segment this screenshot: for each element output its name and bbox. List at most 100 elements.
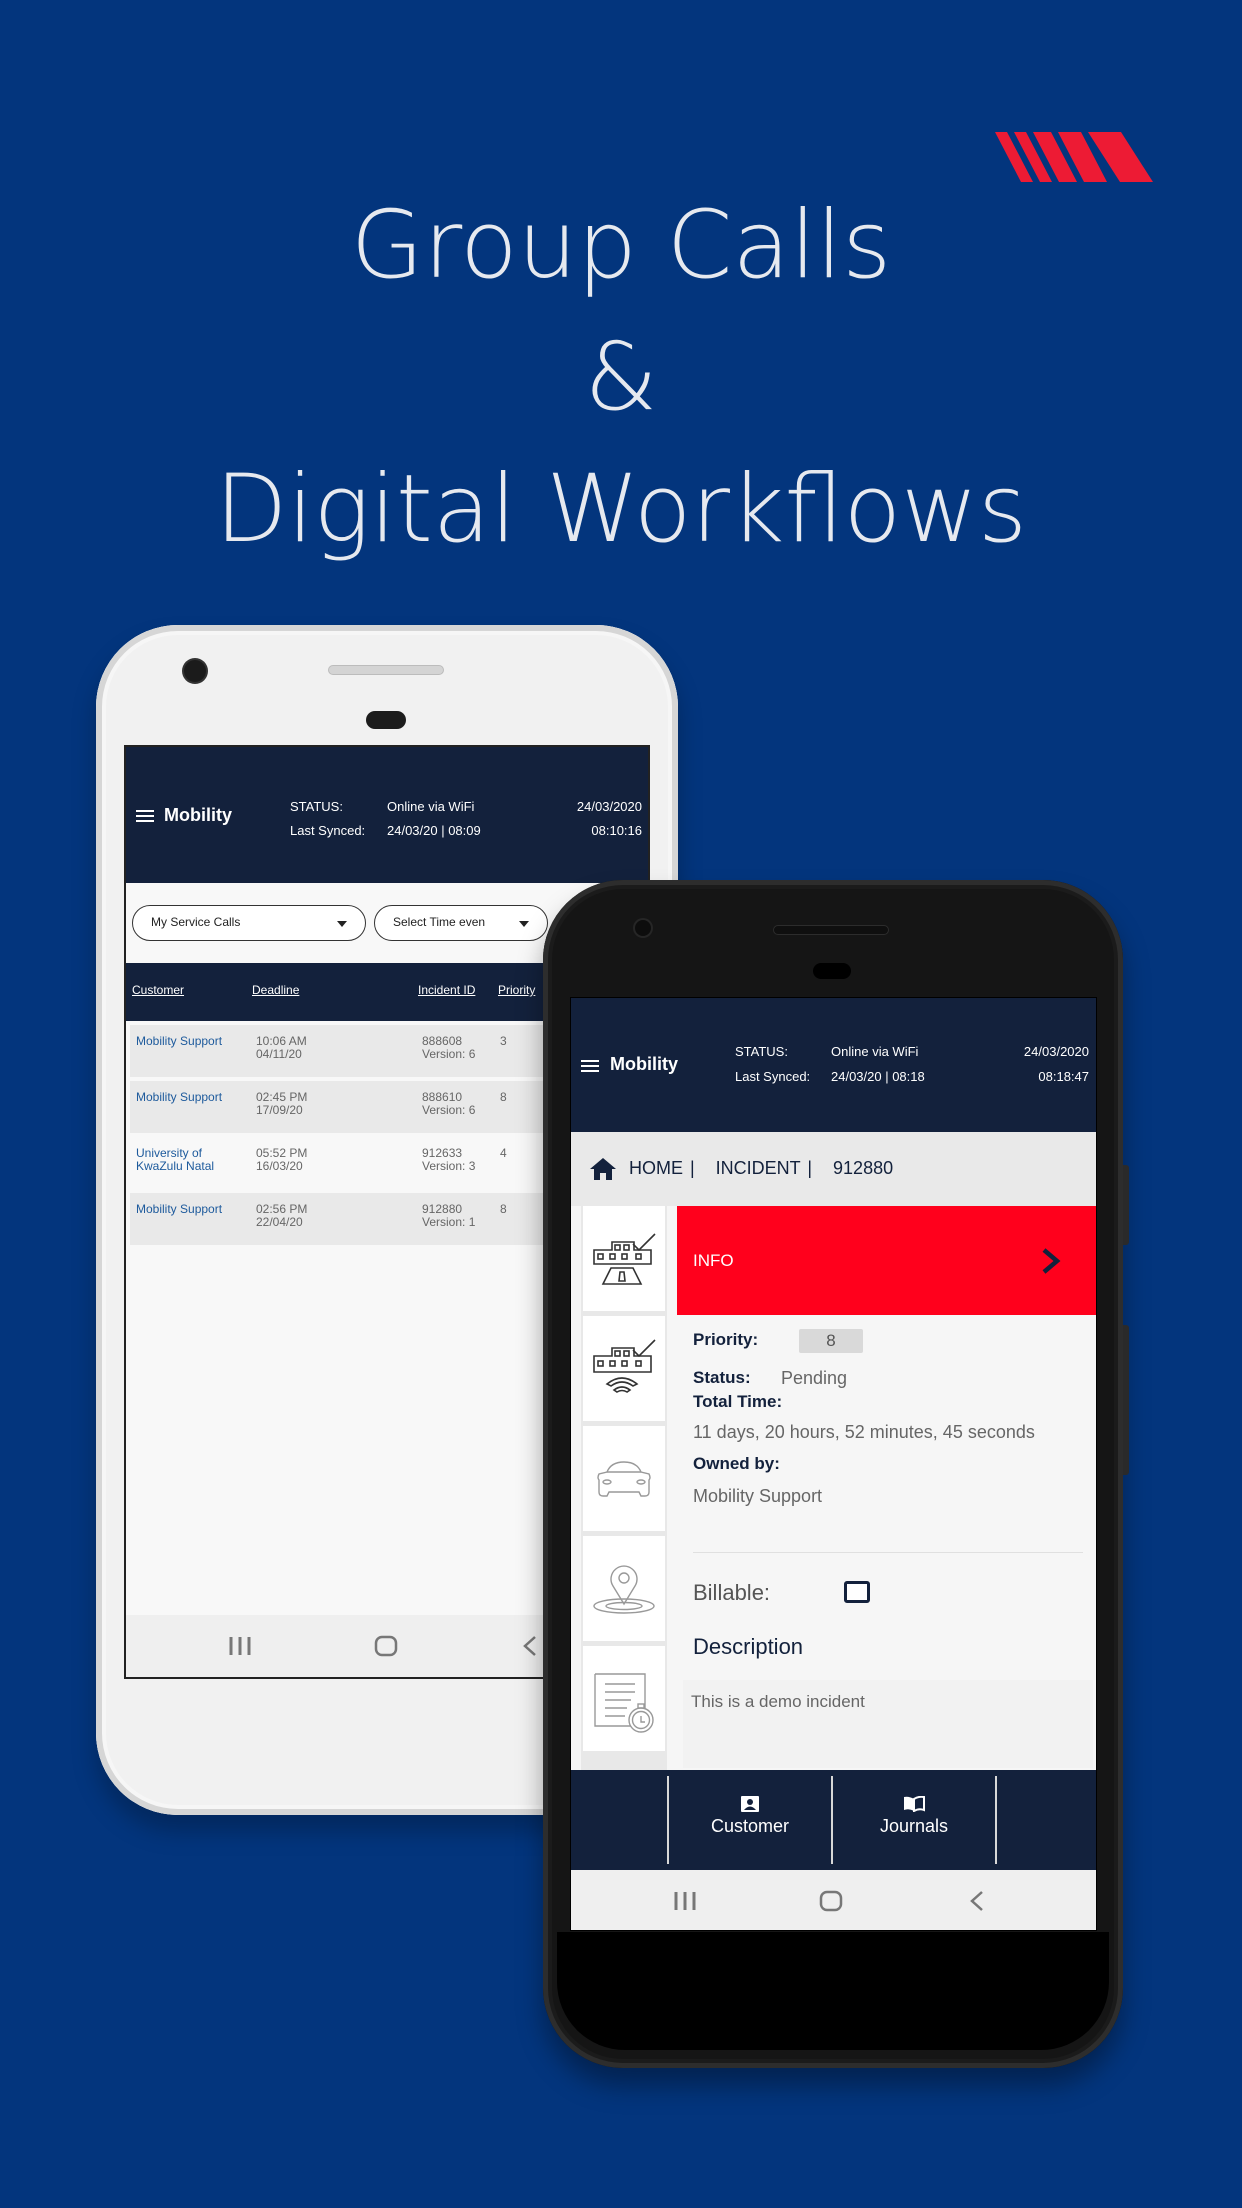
row-customer[interactable]: Mobility Support: [136, 1203, 246, 1216]
column-customer[interactable]: Customer: [132, 983, 184, 997]
time-event-dropdown[interactable]: Select Time even: [374, 905, 548, 941]
chevron-down-icon: [519, 921, 529, 927]
row-priority: 4: [500, 1146, 507, 1160]
incident-body: INFO Priority: 8 Status: Pending Total T…: [571, 1206, 1096, 1770]
column-priority[interactable]: Priority: [498, 983, 535, 997]
back-icon[interactable]: [522, 1635, 538, 1657]
bottom-tab-bar: Customer Journals: [571, 1770, 1096, 1870]
home-icon[interactable]: [374, 1635, 398, 1657]
time-event-dropdown-value: Select Time even: [393, 915, 486, 929]
priority-label: Priority:: [693, 1330, 759, 1349]
front-camera: [184, 660, 206, 682]
owned-by-value: Mobility Support: [693, 1486, 823, 1506]
row-deadline: 05:52 PM 16/03/20: [256, 1146, 308, 1173]
incident-detail-screen: Mobility STATUS: Online via WiFi Last Sy…: [570, 997, 1097, 1931]
home-icon[interactable]: [589, 1157, 617, 1181]
building-signal-icon: [593, 1338, 656, 1393]
header-date: 24/03/2020: [1023, 1044, 1089, 1059]
row-customer[interactable]: University of KwaZulu Natal: [136, 1147, 246, 1173]
section-vehicle[interactable]: [583, 1426, 665, 1531]
power-button: [1123, 1325, 1129, 1475]
tab-customer[interactable]: Customer: [669, 1770, 831, 1870]
last-synced-value: 24/03/20 | 08:09: [387, 823, 481, 838]
tab-divider: [995, 1776, 997, 1864]
book-icon: [904, 1796, 925, 1812]
tab-journals[interactable]: Journals: [833, 1770, 995, 1870]
header-date: 24/03/2020: [576, 799, 642, 814]
description-title: Description: [693, 1634, 804, 1659]
tab-journals-label: Journals: [879, 1816, 949, 1836]
status-label: Status:: [693, 1368, 751, 1387]
description-text: This is a demo incident: [691, 1692, 865, 1711]
info-section-header[interactable]: INFO: [677, 1206, 1096, 1315]
phone-incident-detail: Mobility STATUS: Online via WiFi Last Sy…: [543, 880, 1129, 2068]
volume-button: [1123, 1165, 1129, 1245]
last-synced-label: Last Synced:: [290, 823, 366, 838]
info-label: INFO: [693, 1251, 734, 1270]
column-incident-id[interactable]: Incident ID: [418, 983, 475, 997]
chevron-down-icon: [337, 921, 347, 927]
row-incident: 888608 Version: 6: [422, 1034, 476, 1061]
row-priority: 8: [500, 1202, 507, 1216]
proximity-sensor: [813, 963, 851, 979]
row-deadline: 10:06 AM 04/11/20: [256, 1034, 307, 1061]
hero-line-1: Group Calls: [350, 191, 892, 300]
breadcrumb-path[interactable]: HOME | INCIDENT | 912880: [629, 1158, 893, 1179]
row-deadline: 02:56 PM 22/04/20: [256, 1202, 308, 1229]
section-icon-column: [581, 1206, 667, 1770]
earpiece-speaker: [773, 925, 889, 935]
status-value: Online via WiFi: [831, 1044, 919, 1059]
hamburger-icon[interactable]: [581, 1060, 599, 1072]
tab-customer-label: Customer: [710, 1816, 790, 1836]
row-priority: 8: [500, 1090, 507, 1104]
building-road-icon: [593, 1232, 656, 1285]
billable-label: Billable:: [693, 1580, 771, 1605]
status-label: STATUS:: [735, 1044, 788, 1059]
android-nav-bar: [571, 1870, 1096, 1930]
row-incident: 912633 Version: 3: [422, 1146, 476, 1173]
phone-chin: [557, 1932, 1109, 2050]
row-customer[interactable]: Mobility Support: [136, 1035, 246, 1048]
status-value: Online via WiFi: [387, 799, 475, 814]
section-divider: [693, 1552, 1083, 1553]
section-info[interactable]: [583, 1206, 665, 1311]
car-icon: [597, 1460, 651, 1497]
app-header: Mobility STATUS: Online via WiFi Last Sy…: [126, 747, 648, 883]
back-icon[interactable]: [969, 1890, 985, 1912]
header-time: 08:10:16: [591, 823, 642, 838]
status-value: Pending: [781, 1368, 848, 1388]
hamburger-icon[interactable]: [136, 810, 154, 822]
app-brand: Mobility: [610, 1054, 678, 1074]
proximity-sensor: [366, 711, 406, 729]
earpiece-speaker: [328, 665, 444, 675]
home-icon[interactable]: [819, 1890, 843, 1912]
row-priority: 3: [500, 1034, 507, 1048]
total-time-value: 11 days, 20 hours, 52 minutes, 45 second…: [693, 1422, 1035, 1442]
section-status[interactable]: [583, 1316, 665, 1421]
row-incident: 888610 Version: 6: [422, 1090, 476, 1117]
location-pin-icon: [593, 1564, 655, 1614]
total-time-label: Total Time:: [693, 1392, 783, 1411]
app-header: Mobility STATUS: Online via WiFi Last Sy…: [571, 998, 1096, 1132]
last-synced-value: 24/03/20 | 08:18: [831, 1069, 925, 1084]
description-field[interactable]: This is a demo incident: [683, 1680, 1093, 1768]
owned-by-label: Owned by:: [693, 1454, 780, 1473]
recent-apps-icon[interactable]: [673, 1890, 697, 1912]
contact-card-icon: [741, 1796, 759, 1812]
recent-apps-icon[interactable]: [228, 1635, 252, 1657]
row-deadline: 02:45 PM 17/09/20: [256, 1090, 308, 1117]
section-description[interactable]: [583, 1646, 665, 1751]
service-calls-dropdown-value: My Service Calls: [151, 915, 241, 929]
service-calls-dropdown[interactable]: My Service Calls: [132, 905, 366, 941]
priority-value: 8: [799, 1329, 863, 1353]
column-deadline[interactable]: Deadline: [252, 983, 299, 997]
status-label: STATUS:: [290, 799, 343, 814]
last-synced-label: Last Synced:: [735, 1069, 811, 1084]
hero-title: Group Calls & Digital Workflows: [0, 180, 1242, 576]
document-timer-icon: [594, 1672, 654, 1733]
row-incident: 912880 Version: 1: [422, 1202, 476, 1229]
row-customer[interactable]: Mobility Support: [136, 1091, 246, 1104]
billable-checkbox[interactable]: [844, 1581, 870, 1603]
brand-stripes-logo: [995, 132, 1153, 182]
section-location[interactable]: [583, 1536, 665, 1641]
